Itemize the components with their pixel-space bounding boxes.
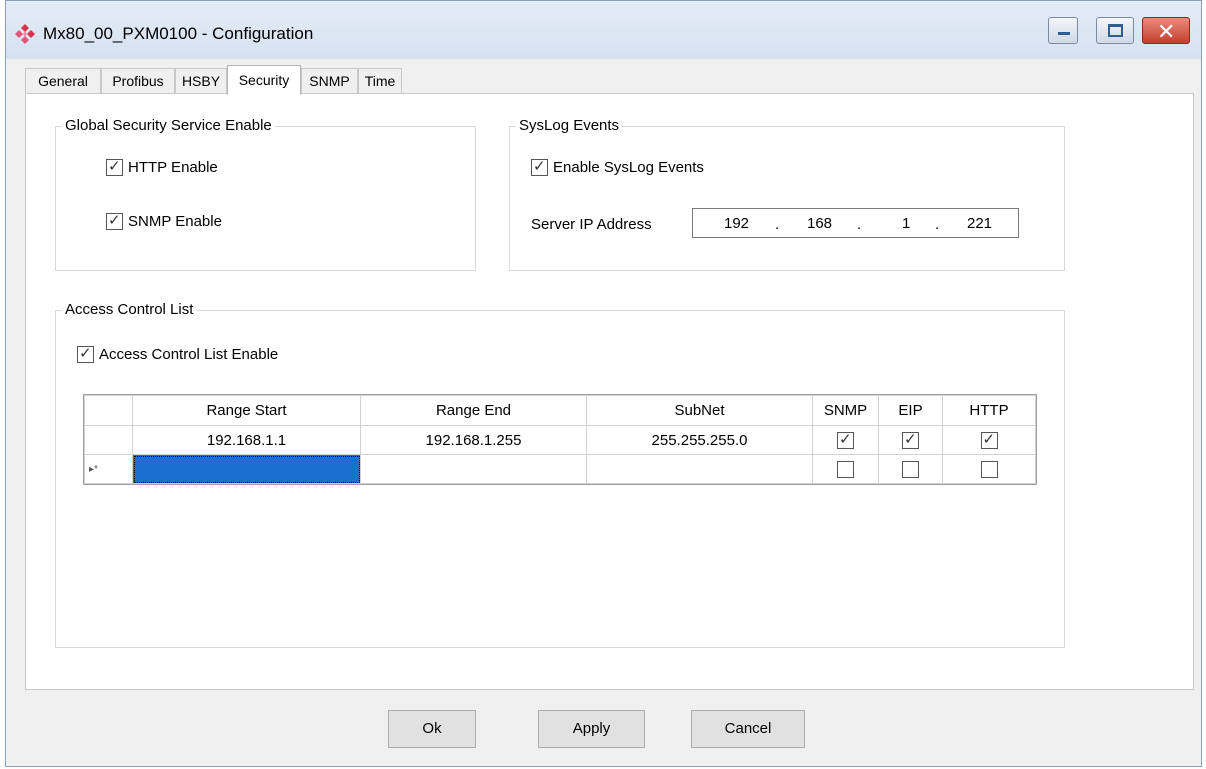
- check-icon: ✓: [79, 344, 92, 362]
- close-icon: ✕: [1157, 19, 1176, 44]
- acl-enable-row: ✓ Access Control List Enable: [77, 345, 278, 363]
- minimize-button[interactable]: [1048, 17, 1078, 44]
- http-row-checkbox[interactable]: ✓: [980, 430, 998, 449]
- col-header-snmp[interactable]: SNMP: [812, 395, 879, 426]
- ip-octet-1: 192: [724, 215, 750, 232]
- maximize-button[interactable]: [1096, 17, 1134, 44]
- ip-octet-3: 1: [902, 215, 911, 232]
- check-icon: ✓: [839, 430, 852, 448]
- tab-hsby[interactable]: HSBY: [175, 68, 227, 94]
- snmp-enable-row: ✓ SNMP Enable: [106, 212, 222, 230]
- col-header-range-start[interactable]: Range Start: [132, 395, 361, 426]
- app-icon: [15, 24, 35, 44]
- maximize-icon: [1108, 24, 1123, 37]
- table-row: 192.168.1.1 192.168.1.255 255.255.255.0 …: [84, 425, 1036, 455]
- ip-octet-2: 168: [807, 215, 833, 232]
- ip-octet-4: 221: [967, 215, 993, 232]
- snmp-enable-label: SNMP Enable: [128, 212, 222, 230]
- title-bar: Mx80_00_PXM0100 - Configuration ✕: [6, 1, 1201, 59]
- minimize-icon: [1058, 32, 1070, 35]
- ok-button[interactable]: Ok: [388, 710, 476, 748]
- syslog-enable-checkbox[interactable]: ✓: [531, 157, 548, 176]
- cell-snmp[interactable]: ✓: [812, 425, 879, 455]
- tab-profibus[interactable]: Profibus: [101, 68, 175, 94]
- tab-snmp[interactable]: SNMP: [301, 68, 358, 94]
- col-header-http[interactable]: HTTP: [942, 395, 1036, 426]
- tab-security[interactable]: Security: [227, 65, 301, 95]
- acl-legend: Access Control List: [62, 301, 197, 318]
- row-header[interactable]: [84, 425, 133, 455]
- new-row-marker[interactable]: ▸*: [84, 454, 133, 484]
- cell-new-http[interactable]: [942, 454, 1036, 484]
- close-button[interactable]: ✕: [1142, 17, 1190, 44]
- new-http-checkbox[interactable]: [980, 460, 998, 478]
- http-enable-row: ✓ HTTP Enable: [106, 158, 218, 176]
- configuration-window: Mx80_00_PXM0100 - Configuration ✕ Genera…: [5, 0, 1202, 767]
- cell-new-eip[interactable]: [878, 454, 943, 484]
- cell-new-range-start[interactable]: [132, 454, 361, 484]
- cancel-button[interactable]: Cancel: [691, 710, 805, 748]
- syslog-enable-row: ✓ Enable SysLog Events: [531, 158, 704, 176]
- new-snmp-checkbox[interactable]: [837, 460, 854, 478]
- new-row: ▸*: [84, 454, 1036, 484]
- new-eip-checkbox[interactable]: [902, 460, 919, 478]
- cell-range-start[interactable]: 192.168.1.1: [132, 425, 361, 455]
- cell-new-range-end[interactable]: [360, 454, 587, 484]
- grid-corner-cell: [84, 395, 133, 426]
- grid-header-row: Range Start Range End SubNet SNMP EIP HT…: [84, 395, 1036, 426]
- server-ip-label: Server IP Address: [531, 216, 652, 233]
- col-header-range-end[interactable]: Range End: [360, 395, 587, 426]
- ip-dot-1: .: [775, 216, 780, 233]
- ip-dot-2: .: [857, 216, 862, 233]
- cell-subnet[interactable]: 255.255.255.0: [586, 425, 813, 455]
- col-header-subnet[interactable]: SubNet: [586, 395, 813, 426]
- check-icon: ✓: [108, 211, 121, 229]
- tab-general[interactable]: General: [25, 68, 101, 94]
- tab-time[interactable]: Time: [358, 68, 402, 94]
- syslog-group: SysLog Events ✓ Enable SysLog Events Serv…: [509, 117, 1065, 271]
- check-icon: ✓: [982, 430, 996, 448]
- cell-eip[interactable]: ✓: [878, 425, 943, 455]
- snmp-row-checkbox[interactable]: ✓: [837, 430, 854, 449]
- syslog-enable-label: Enable SysLog Events: [553, 158, 704, 176]
- acl-enable-checkbox[interactable]: ✓: [77, 344, 94, 363]
- apply-button[interactable]: Apply: [538, 710, 645, 748]
- syslog-legend: SysLog Events: [516, 117, 623, 134]
- eip-row-checkbox[interactable]: ✓: [902, 430, 919, 449]
- global-security-legend: Global Security Service Enable: [62, 117, 275, 134]
- check-icon: ✓: [533, 157, 546, 175]
- server-ip-input[interactable]: 192 . 168 . 1 . 221: [692, 208, 1019, 238]
- col-header-eip[interactable]: EIP: [878, 395, 943, 426]
- acl-grid: Range Start Range End SubNet SNMP EIP HT…: [83, 394, 1037, 485]
- http-enable-label: HTTP Enable: [128, 158, 218, 176]
- check-icon: ✓: [108, 157, 121, 175]
- window-title: Mx80_00_PXM0100 - Configuration: [43, 24, 314, 43]
- cell-http[interactable]: ✓: [942, 425, 1036, 455]
- global-security-group: Global Security Service Enable ✓ HTTP Ena…: [55, 117, 476, 271]
- ip-dot-3: .: [935, 216, 940, 233]
- http-enable-checkbox[interactable]: ✓: [106, 157, 123, 176]
- acl-enable-label: Access Control List Enable: [99, 345, 279, 363]
- cell-new-snmp[interactable]: [812, 454, 879, 484]
- check-icon: ✓: [904, 430, 917, 448]
- snmp-enable-checkbox[interactable]: ✓: [106, 211, 123, 230]
- cell-range-end[interactable]: 192.168.1.255: [360, 425, 587, 455]
- cell-new-subnet[interactable]: [586, 454, 813, 484]
